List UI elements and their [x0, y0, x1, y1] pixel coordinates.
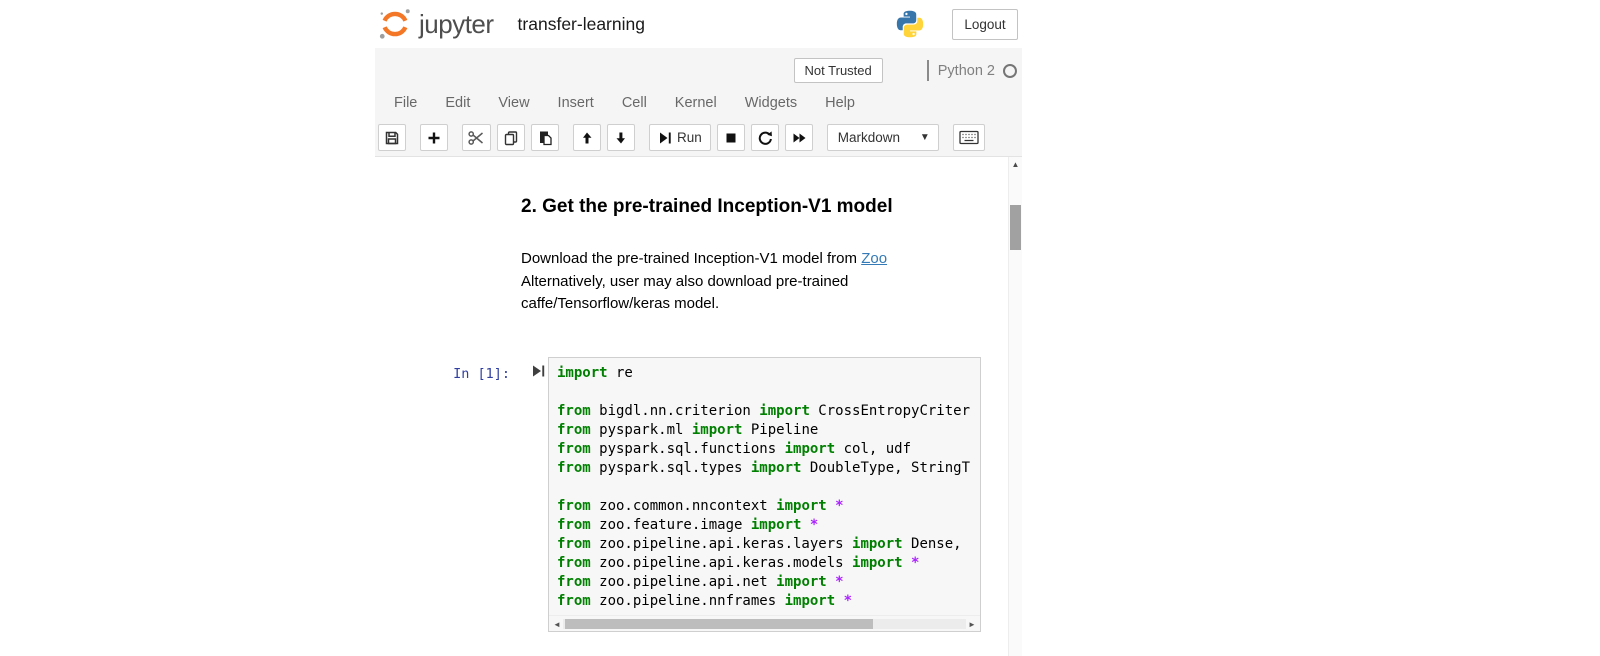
- kernel-idle-icon: [1003, 64, 1017, 78]
- scroll-left-icon[interactable]: ◄: [551, 617, 563, 631]
- menu-item-widgets[interactable]: Widgets: [731, 87, 811, 119]
- code-cell[interactable]: In [1]: import re from bigdl.nn.criterion…: [375, 357, 1008, 632]
- command-palette-button[interactable]: [953, 124, 985, 151]
- insert-cell-below-button[interactable]: [420, 124, 448, 151]
- run-label: Run: [677, 130, 702, 145]
- restart-icon: [757, 130, 773, 146]
- status-row: Not Trusted Python 2: [375, 48, 1022, 86]
- arrow-up-icon: [579, 130, 595, 146]
- fast-forward-icon: [791, 130, 807, 146]
- code-line: from zoo.common.nncontext import *: [557, 497, 972, 516]
- code-line: from zoo.feature.image import *: [557, 516, 972, 535]
- notebook-chrome: Not Trusted Python 2 File Edit View Inse…: [375, 48, 1022, 157]
- cell-paragraph: Download the pre-trained Inception-V1 mo…: [521, 248, 919, 316]
- code-line: [557, 383, 972, 402]
- python-logo-icon: [895, 9, 925, 39]
- code-editor[interactable]: import re from bigdl.nn.criterion import …: [548, 357, 981, 632]
- menu-item-file[interactable]: File: [380, 87, 431, 119]
- notebook-title[interactable]: transfer-learning: [518, 14, 645, 35]
- scroll-right-icon[interactable]: ►: [966, 617, 978, 631]
- jupyter-orbit-icon: [378, 7, 412, 41]
- restart-kernel-button[interactable]: [751, 124, 779, 151]
- code-line: from pyspark.sql.functions import col, u…: [557, 440, 972, 459]
- trust-button[interactable]: Not Trusted: [794, 58, 883, 83]
- code-line: from pyspark.ml import Pipeline: [557, 421, 972, 440]
- menu-item-view[interactable]: View: [484, 87, 543, 119]
- run-icon: [658, 131, 672, 145]
- copy-cell-button[interactable]: [497, 124, 525, 151]
- move-cell-up-button[interactable]: [573, 124, 601, 151]
- interrupt-kernel-button[interactable]: [717, 124, 745, 151]
- code-content[interactable]: import re from bigdl.nn.criterion import …: [549, 358, 980, 611]
- menu-item-kernel[interactable]: Kernel: [661, 87, 731, 119]
- floppy-icon: [384, 130, 400, 146]
- menu-item-cell[interactable]: Cell: [608, 87, 661, 119]
- restart-run-all-button[interactable]: [785, 124, 813, 151]
- header: jupyter transfer-learning Logout: [375, 0, 1022, 48]
- run-marker-icon: [531, 364, 546, 378]
- menubar: File Edit View Insert Cell Kernel Widget…: [375, 86, 1022, 120]
- jupyter-app: jupyter transfer-learning Logout Not Tru…: [375, 0, 1022, 656]
- header-right: Logout: [895, 9, 1022, 40]
- cell-type-value: Markdown: [838, 130, 900, 145]
- horizontal-scrollbar-thumb[interactable]: [565, 619, 873, 629]
- code-line: from zoo.pipeline.api.keras.layers impor…: [557, 535, 972, 554]
- markdown-cell[interactable]: 2. Get the pre-trained Inception-V1 mode…: [521, 196, 919, 316]
- code-horizontal-scrollbar[interactable]: ◄ ►: [549, 615, 980, 631]
- zoo-link[interactable]: Zoo: [861, 250, 887, 267]
- paragraph-text-before-link: Download the pre-trained Inception-V1 mo…: [521, 250, 861, 267]
- kernel-indicator: Python 2: [927, 60, 1017, 81]
- notebook-area: 2. Get the pre-trained Inception-V1 mode…: [375, 157, 1022, 656]
- cut-cell-button[interactable]: [462, 124, 491, 151]
- arrow-down-icon: [613, 130, 629, 146]
- cell-prompt: In [1]:: [445, 366, 510, 382]
- jupyter-logo[interactable]: jupyter: [378, 7, 494, 41]
- code-line: [557, 478, 972, 497]
- kernel-name: Python 2: [938, 63, 995, 79]
- paste-icon: [537, 130, 553, 146]
- cell-heading: 2. Get the pre-trained Inception-V1 mode…: [521, 196, 919, 217]
- scroll-up-icon[interactable]: ▲: [1009, 157, 1022, 171]
- paragraph-text-after-link: Alternatively, user may also download pr…: [521, 273, 848, 313]
- menu-item-insert[interactable]: Insert: [544, 87, 608, 119]
- vertical-scrollbar-thumb[interactable]: [1010, 205, 1021, 250]
- code-line: import re: [557, 364, 972, 383]
- notebook-content: 2. Get the pre-trained Inception-V1 mode…: [375, 157, 1008, 656]
- paste-cell-button[interactable]: [531, 124, 559, 151]
- menu-item-help[interactable]: Help: [811, 87, 869, 119]
- chevron-down-icon: ▼: [920, 132, 930, 143]
- scissors-icon: [468, 130, 485, 146]
- code-line: from zoo.pipeline.nnframes import *: [557, 592, 972, 611]
- save-button[interactable]: [378, 124, 406, 151]
- jupyter-logo-text: jupyter: [419, 9, 494, 40]
- stop-icon: [723, 130, 739, 146]
- page-vertical-scrollbar[interactable]: ▲: [1008, 157, 1022, 656]
- copy-icon: [503, 130, 519, 146]
- toolbar: Run: [375, 120, 1022, 151]
- run-cell-button[interactable]: Run: [649, 124, 711, 151]
- menu-item-edit[interactable]: Edit: [431, 87, 484, 119]
- code-line: from bigdl.nn.criterion import CrossEntr…: [557, 402, 972, 421]
- code-line: from pyspark.sql.types import DoubleType…: [557, 459, 972, 478]
- code-line: from zoo.pipeline.api.keras.models impor…: [557, 554, 972, 573]
- kernel-separator: [927, 60, 929, 81]
- code-line: from zoo.pipeline.api.net import *: [557, 573, 972, 592]
- page: jupyter transfer-learning Logout Not Tru…: [0, 0, 1600, 656]
- logout-button[interactable]: Logout: [952, 9, 1018, 40]
- cell-type-dropdown[interactable]: Markdown ▼: [827, 124, 939, 151]
- keyboard-icon: [959, 130, 979, 145]
- move-cell-down-button[interactable]: [607, 124, 635, 151]
- plus-icon: [426, 130, 442, 146]
